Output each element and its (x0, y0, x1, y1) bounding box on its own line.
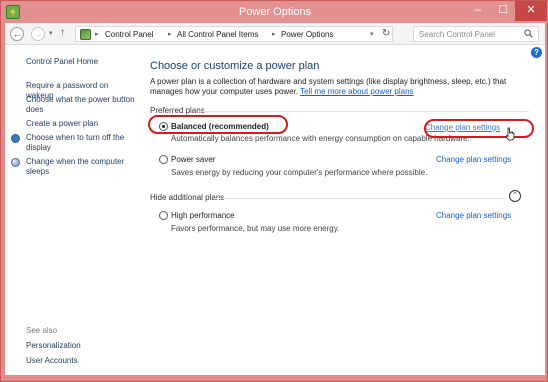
annotation-highlight-balanced (148, 115, 288, 134)
search-icon[interactable] (524, 29, 533, 38)
breadcrumb-separator-icon[interactable]: ▸ (168, 30, 172, 38)
title-bar[interactable]: Power Options – ☐ ✕ (1, 1, 548, 23)
power-shield-icon (11, 134, 20, 143)
plan-name-high-performance[interactable]: High performance (171, 211, 235, 220)
divider (213, 198, 505, 199)
intro-text: A power plan is a collection of hardware… (150, 77, 530, 97)
control-panel-icon (80, 29, 91, 40)
up-arrow-icon[interactable]: ↑ (60, 27, 65, 38)
breadcrumb-all-items[interactable]: All Control Panel Items (177, 30, 258, 39)
see-also-personalization[interactable]: Personalization (26, 341, 81, 351)
recent-locations-chevron-icon[interactable]: ▾ (49, 29, 53, 37)
back-button[interactable]: ← (10, 27, 24, 41)
divider (199, 111, 529, 112)
sidebar-item-display-off[interactable]: Choose when to turn off the display (26, 133, 130, 153)
address-bar: ← → ▾ ↑ ▸ Control Panel ▸ All Control Pa… (5, 23, 545, 45)
moon-icon (11, 158, 20, 167)
preferred-plans-label: Preferred plans (150, 106, 205, 115)
plan-name-power-saver[interactable]: Power saver (171, 155, 215, 164)
refresh-icon[interactable]: ↻ (382, 28, 390, 39)
annotation-highlight-change-settings (424, 119, 534, 138)
breadcrumb-power-options[interactable]: Power Options (281, 30, 333, 39)
forward-button[interactable]: → (31, 27, 45, 41)
radio-power-saver[interactable] (159, 155, 168, 164)
power-options-window: Power Options – ☐ ✕ ← → ▾ ↑ ▸ Control Pa… (0, 0, 548, 382)
plan-desc-balanced: Automatically balances performance with … (171, 134, 470, 143)
address-dropdown-chevron-icon[interactable]: ▾ (370, 30, 374, 38)
see-also-user-accounts[interactable]: User Accounts (26, 356, 78, 366)
plan-desc-high-performance: Favors performance, but may use more ene… (171, 224, 340, 233)
minimize-button[interactable]: – (466, 1, 490, 21)
search-placeholder: Search Control Panel (419, 30, 496, 39)
sidebar-control-panel-home[interactable]: Control Panel Home (26, 57, 98, 67)
chevron-up-icon[interactable]: ⌃ (509, 190, 521, 202)
breadcrumb[interactable]: ▸ Control Panel ▸ All Control Panel Item… (75, 26, 393, 42)
intro-link[interactable]: Tell me more about power plans (300, 87, 413, 96)
radio-high-performance[interactable] (159, 211, 168, 220)
close-button[interactable]: ✕ (515, 1, 547, 21)
sidebar-item-sleep[interactable]: Change when the computer sleeps (26, 157, 130, 177)
help-icon[interactable]: ? (531, 47, 542, 58)
page-title: Choose or customize a power plan (150, 60, 320, 72)
search-input[interactable]: Search Control Panel (413, 26, 539, 42)
change-plan-settings-power-saver[interactable]: Change plan settings (436, 155, 511, 164)
maximize-button[interactable]: ☐ (491, 1, 515, 21)
change-plan-settings-high-performance[interactable]: Change plan settings (436, 211, 511, 220)
breadcrumb-separator-icon[interactable]: ▸ (272, 30, 276, 38)
see-also-heading: See also (26, 326, 58, 335)
content-area: ? Control Panel Home Require a password … (5, 45, 545, 375)
hand-cursor-icon (505, 127, 515, 141)
plan-desc-power-saver: Saves energy by reducing your computer's… (171, 168, 428, 177)
sidebar-item-power-button[interactable]: Choose what the power button does (26, 95, 138, 115)
breadcrumb-separator-icon[interactable]: ▸ (95, 30, 99, 38)
breadcrumb-control-panel[interactable]: Control Panel (105, 30, 153, 39)
sidebar-item-create-plan[interactable]: Create a power plan (26, 119, 98, 129)
